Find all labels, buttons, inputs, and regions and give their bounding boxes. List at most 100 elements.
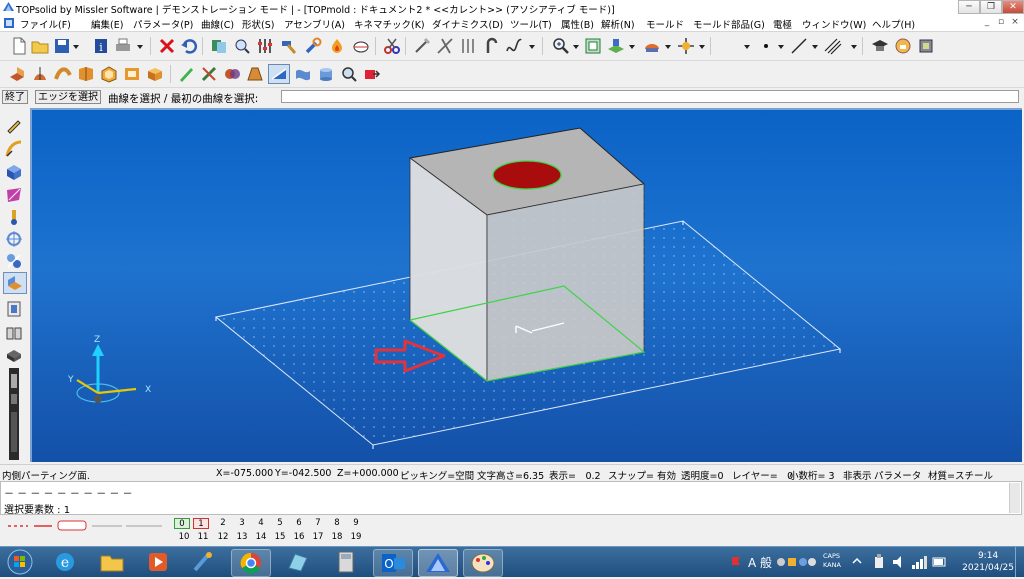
decimals-setting[interactable]: 小数桁= 3 [789,468,835,482]
menu-electrode[interactable]: 電極 [773,17,792,31]
menu-kinematics[interactable]: キネマチック(K) [354,17,425,31]
wrench-blue-icon[interactable] [304,37,322,55]
chevron-up-icon[interactable] [852,555,862,567]
loft-shape-icon[interactable] [77,65,95,83]
layer-4[interactable]: 4 [252,518,270,528]
media-player-icon[interactable] [145,550,171,574]
layer-18[interactable]: 18 [328,532,346,542]
scissors-icon[interactable] [383,37,401,55]
delete-x-icon[interactable] [158,37,176,55]
layer-9[interactable]: 9 [347,518,365,528]
parting-tool-icon[interactable] [5,324,23,342]
hole-top-face[interactable] [492,160,562,190]
menu-attribute[interactable]: 属性(B) [561,17,594,31]
chevron-down-icon[interactable] [851,45,857,49]
close-button[interactable]: ✕ [1002,0,1024,14]
layer-13[interactable]: 13 [233,532,251,542]
block-shape-icon[interactable] [146,65,164,83]
undo-icon[interactable] [180,37,198,55]
boolean-tool-icon[interactable] [223,65,241,83]
flame-tool-icon[interactable] [328,37,346,55]
save-icon[interactable] [53,37,71,55]
fillet-icon[interactable] [459,37,477,55]
thicken-shape-icon[interactable] [123,65,141,83]
view-rotate-icon[interactable] [677,37,695,55]
layer-15[interactable]: 15 [271,532,289,542]
message-console[interactable]: － － － － － － － － － － 選択要素数 : 1 [0,481,1022,516]
volume-icon[interactable] [891,554,907,570]
measure-icon[interactable] [352,37,370,55]
trim-curve-icon[interactable] [436,37,454,55]
ime-mode[interactable]: A 般 [748,554,772,571]
chrome-taskbar-button[interactable] [231,549,271,577]
info-icon[interactable]: i [92,37,110,55]
menu-assembly[interactable]: アセンブリ(A) [284,17,345,31]
menu-shape[interactable]: 形状(S) [242,17,274,31]
sweep-shape-icon[interactable] [54,65,72,83]
command-input[interactable] [281,90,1019,103]
menu-mold-parts[interactable]: モールド部品(G) [693,17,765,31]
document-icon[interactable] [3,17,15,29]
copy-layers-icon[interactable] [210,37,228,55]
curve-tool-icon[interactable] [5,140,23,158]
extrude-shape-icon[interactable] [8,65,26,83]
revolve-shape-icon[interactable] [31,65,49,83]
help-assistant-icon[interactable] [894,37,912,55]
layer-5[interactable]: 5 [271,518,289,528]
layer-14[interactable]: 14 [252,532,270,542]
tray-ime-tools-icon[interactable] [776,555,816,569]
snap-setting[interactable]: スナップ= 有効 [608,468,676,482]
view-plane-icon[interactable] [607,37,625,55]
layer-11[interactable]: 11 [194,532,212,542]
active-tool-frame[interactable] [268,64,290,84]
layer-6[interactable]: 6 [290,518,308,528]
line-width-icon[interactable] [824,37,842,55]
paint-taskbar-button[interactable] [463,549,503,577]
search-tool-icon[interactable] [233,37,251,55]
zoom-fit-icon[interactable] [584,37,602,55]
layer-8[interactable]: 8 [328,518,346,528]
hammer-icon[interactable] [280,37,298,55]
hook-curve-icon[interactable] [482,37,500,55]
parameter-toggle[interactable]: パラメータ [874,468,921,482]
menu-tools[interactable]: ツール(T) [510,17,552,31]
transparency-setting[interactable]: 透明度=0 [681,468,724,482]
sketch-pencil-icon[interactable] [5,116,23,134]
layer-1[interactable]: 1 [193,518,209,529]
graduation-cap-icon[interactable] [871,37,889,55]
chevron-down-icon[interactable] [573,45,579,49]
chevron-down-icon[interactable] [629,45,635,49]
minimize-button[interactable]: ─ [958,0,980,14]
layer-2[interactable]: 2 [214,518,232,528]
base-plate-icon[interactable] [5,346,23,364]
display-setting[interactable]: 表示= 0.2 [549,468,601,482]
paint-brush-icon[interactable] [190,550,216,574]
cylinder-shape-icon[interactable] [317,65,335,83]
calculator-icon[interactable] [333,550,359,574]
internet-explorer-icon[interactable]: e [52,550,78,574]
picking-mode[interactable]: ピッキング=空間 [400,468,474,482]
menu-edit[interactable]: 編集(E) [91,17,123,31]
surface-patch-icon[interactable] [294,65,312,83]
system-clock[interactable]: 9:14 2021/04/25 [962,550,1014,574]
chevron-down-icon[interactable] [529,45,535,49]
line-style-icon[interactable] [790,37,808,55]
mold-export-icon[interactable] [363,65,381,83]
material-setting[interactable]: 材質=スチール [928,468,993,482]
surface-tool-icon[interactable] [5,186,23,204]
hidden-toggle[interactable]: 非表示 [843,468,872,482]
assembly-tool-icon[interactable] [5,252,23,270]
menu-window[interactable]: ウィンドウ(W) [802,17,866,31]
edge-select-button[interactable]: エッジを選択 [35,90,101,104]
draft-tool-icon[interactable] [246,65,264,83]
magnify-shape-icon[interactable] [340,65,358,83]
solid-cube-icon[interactable] [5,163,23,181]
notes-icon[interactable] [285,550,311,574]
point-style-icon[interactable] [757,37,775,55]
tray-ime-flag-icon[interactable] [730,555,744,569]
menu-dynamics[interactable]: ダイナミクス(D) [432,17,503,31]
layer-setting[interactable]: レイヤー= 0 [732,468,793,482]
file-explorer-icon[interactable] [98,550,126,574]
active-left-tool-frame[interactable] [3,272,27,294]
shell-shape-icon[interactable] [100,65,118,83]
